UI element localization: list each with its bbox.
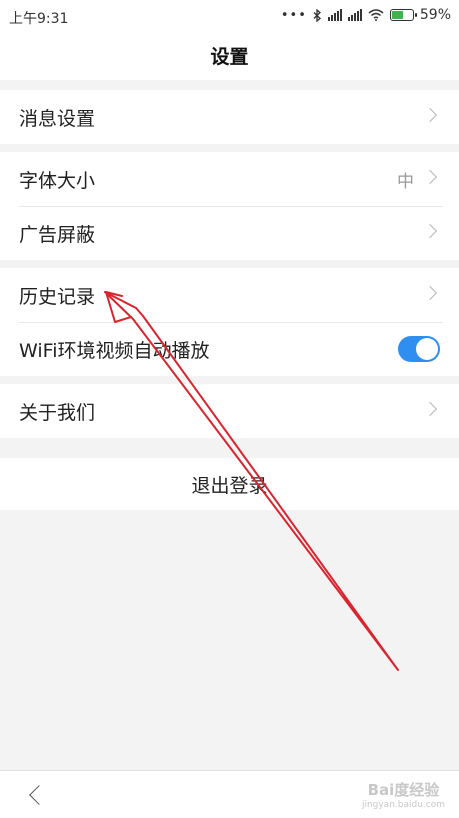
logout-label: 退出登录 xyxy=(191,474,268,497)
title-bar: 设置 xyxy=(0,34,459,80)
logout-button[interactable]: 退出登录 xyxy=(0,458,459,510)
chevron-right-icon xyxy=(422,107,438,123)
signal-icon-2 xyxy=(347,9,362,21)
history-label: 历史记录 xyxy=(19,285,96,308)
font-size-item[interactable]: 字体大小 中 xyxy=(0,152,459,206)
status-bar: 上午9:31 ••• 59% xyxy=(0,0,459,34)
about-us-label: 关于我们 xyxy=(19,401,96,424)
about-us-item[interactable]: 关于我们 xyxy=(0,384,459,438)
settings-group-display: 字体大小 中 广告屏蔽 xyxy=(0,152,459,260)
toggle-knob xyxy=(416,338,438,360)
message-settings-label: 消息设置 xyxy=(19,107,96,130)
watermark: Bai度经验 jingyan.baidu.com xyxy=(362,779,445,810)
status-time: 上午9:31 xyxy=(9,11,69,27)
signal-icon-1 xyxy=(327,9,342,21)
wifi-autoplay-item: WiFi环境视频自动播放 xyxy=(0,322,459,376)
page-title: 设置 xyxy=(210,46,249,68)
ad-block-label: 广告屏蔽 xyxy=(19,223,96,246)
settings-group-history: 历史记录 WiFi环境视频自动播放 xyxy=(0,268,459,376)
wifi-icon xyxy=(368,9,384,21)
bottom-nav-bar: Bai度经验 jingyan.baidu.com xyxy=(0,770,459,818)
watermark-line-1: Bai度经验 xyxy=(367,781,440,799)
notification-dots: ••• xyxy=(280,7,307,23)
chevron-right-icon xyxy=(422,285,438,301)
watermark-line-2: jingyan.baidu.com xyxy=(361,800,445,810)
ad-block-item[interactable]: 广告屏蔽 xyxy=(0,206,459,260)
wifi-autoplay-label: WiFi环境视频自动播放 xyxy=(19,339,210,362)
chevron-right-icon xyxy=(422,169,438,185)
font-size-label: 字体大小 xyxy=(19,169,96,192)
message-settings-item[interactable]: 消息设置 xyxy=(0,90,459,144)
chevron-right-icon xyxy=(422,223,438,239)
status-icons: ••• 59% xyxy=(281,7,451,23)
chevron-right-icon xyxy=(422,401,438,417)
settings-group-messages: 消息设置 xyxy=(0,90,459,144)
wifi-autoplay-toggle[interactable] xyxy=(398,336,440,362)
history-item[interactable]: 历史记录 xyxy=(0,268,459,322)
battery-percent: 59% xyxy=(419,7,451,23)
font-size-value: 中 xyxy=(397,171,414,192)
settings-group-about: 关于我们 xyxy=(0,384,459,438)
battery-icon xyxy=(389,9,417,21)
back-arrow-icon[interactable] xyxy=(29,785,49,805)
bluetooth-icon xyxy=(313,8,321,22)
